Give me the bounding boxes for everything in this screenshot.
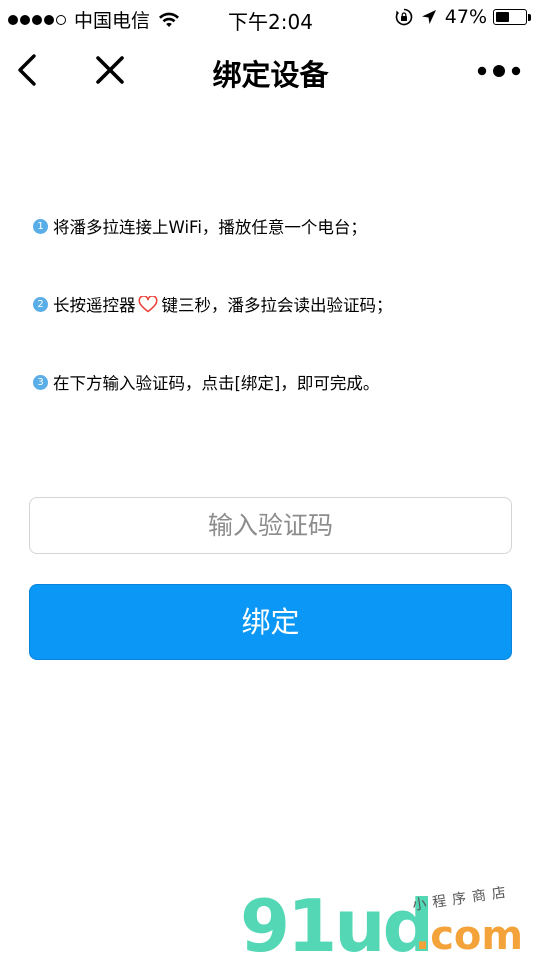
more-options-icon[interactable] (477, 64, 521, 78)
step-text-after: 键三秒，潘多拉会读出验证码； (161, 296, 393, 315)
nav-bar: 绑定设备 (0, 38, 541, 104)
step-text: 将潘多拉连接上WiFi，播放任意一个电台； (53, 218, 367, 237)
location-arrow-icon (421, 10, 436, 24)
battery-tip (528, 13, 531, 21)
step-3: 3 在下方输入验证码，点击[绑定]，即可完成。 (33, 370, 379, 394)
battery-percent: 47% (444, 6, 487, 28)
battery-icon (493, 9, 527, 25)
step-text-before: 长按遥控器 (53, 296, 136, 315)
verification-code-input[interactable] (29, 497, 512, 554)
watermark-domain: .com (415, 913, 524, 959)
status-right: 47% (395, 6, 531, 28)
step-1: 1 将潘多拉连接上WiFi，播放任意一个电台； (33, 214, 367, 238)
watermark-logo: 91ud (240, 884, 434, 960)
step-number-badge: 1 (33, 218, 48, 234)
watermark: 91ud .com 小程序商店 (240, 880, 540, 960)
step-number-badge: 3 (33, 374, 48, 390)
step-text: 在下方输入验证码，点击[绑定]，即可完成。 (53, 374, 380, 393)
battery-level-fill (496, 12, 510, 22)
status-bar: 中国电信 下午2:04 47% (0, 0, 541, 38)
screen: 中国电信 下午2:04 47% 绑定设备 1 将潘多拉连接上WiFi，播放任意一… (0, 0, 541, 960)
rotation-lock-icon (395, 8, 413, 26)
bind-button[interactable]: 绑定 (29, 584, 512, 660)
step-2: 2 长按遥控器 键三秒，潘多拉会读出验证码； (33, 292, 393, 316)
step-number-badge: 2 (33, 296, 48, 312)
heart-icon (137, 295, 158, 312)
page-title: 绑定设备 (212, 58, 329, 92)
